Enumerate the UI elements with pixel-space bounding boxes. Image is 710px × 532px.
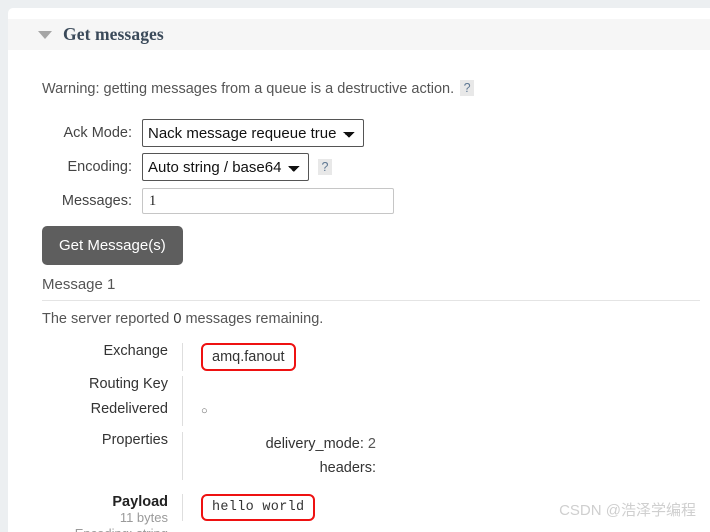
exchange-value-highlight: amq.fanout [201,343,296,371]
redelivered-false-icon: ○ [201,405,208,417]
payload-label: Payload [112,494,168,510]
payload-size: 11 bytes [119,510,168,525]
warning-help-icon[interactable]: ? [460,80,475,96]
form-row-encoding: Encoding: Auto string / base64 ? [42,150,394,184]
destructive-action-warning: Warning: getting messages from a queue i… [42,80,475,97]
property-headers: headers: [201,456,376,480]
ack-mode-label: Ack Mode: [63,125,133,141]
redelivered-value-cell: ○ [182,401,462,426]
payload-label-group: Payload 11 bytes Encoding: string [42,494,182,532]
page-title: Get messages [63,24,164,44]
table-row-routing-key: Routing Key [42,376,462,401]
messages-label: Messages: [61,193,132,209]
message-detail-table: Exchange amq.fanout Routing Key Redelive… [42,343,462,532]
exchange-label: Exchange [103,343,169,359]
get-messages-button[interactable]: Get Message(s) [42,226,183,265]
message-heading: Message 1 [42,276,700,301]
server-report-prefix: The server reported [42,311,174,327]
section-header-get-messages[interactable]: Get messages [8,19,710,50]
form-row-ack-mode: Ack Mode: Nack message requeue true [42,116,394,150]
encoding-help-icon[interactable]: ? [318,159,332,175]
table-row-redelivered: Redelivered ○ [42,401,462,426]
encoding-label: Encoding: [67,159,133,175]
payload-value-cell: hello world [182,494,462,521]
payload-encoding: Encoding: string [42,526,168,532]
redelivered-label: Redelivered [90,401,168,417]
payload-value-highlight: hello world [201,494,316,521]
property-key: headers: [319,460,376,476]
server-report-text: The server reported 0 messages remaining… [42,311,323,327]
property-delivery-mode: delivery_mode: 2 [201,432,376,456]
page-container: Get messages Warning: getting messages f… [8,8,710,532]
properties-label: Properties [101,432,168,448]
properties-value-cell: delivery_mode: 2 headers: [182,432,462,480]
routing-key-label: Routing Key [89,376,168,392]
warning-text: Warning: getting messages from a queue i… [42,81,455,97]
table-row-exchange: Exchange amq.fanout [42,343,462,371]
caret-down-icon[interactable] [38,30,52,39]
encoding-select[interactable]: Auto string / base64 [142,153,309,181]
table-row-payload: Payload 11 bytes Encoding: string hello … [42,494,462,532]
watermark: CSDN @浩泽学编程 [559,502,696,519]
property-key: delivery_mode: [265,436,364,452]
ack-mode-select[interactable]: Nack message requeue true [142,119,364,147]
property-value: 2 [367,436,376,452]
table-row-properties: Properties delivery_mode: 2 headers: [42,432,462,480]
messages-count-input[interactable] [142,188,394,214]
routing-key-value [182,376,462,401]
get-messages-form: Ack Mode: Nack message requeue true Enco… [42,116,394,218]
form-row-messages: Messages: [42,184,394,218]
server-report-suffix: messages remaining. [181,311,324,327]
exchange-value-cell: amq.fanout [182,343,462,371]
